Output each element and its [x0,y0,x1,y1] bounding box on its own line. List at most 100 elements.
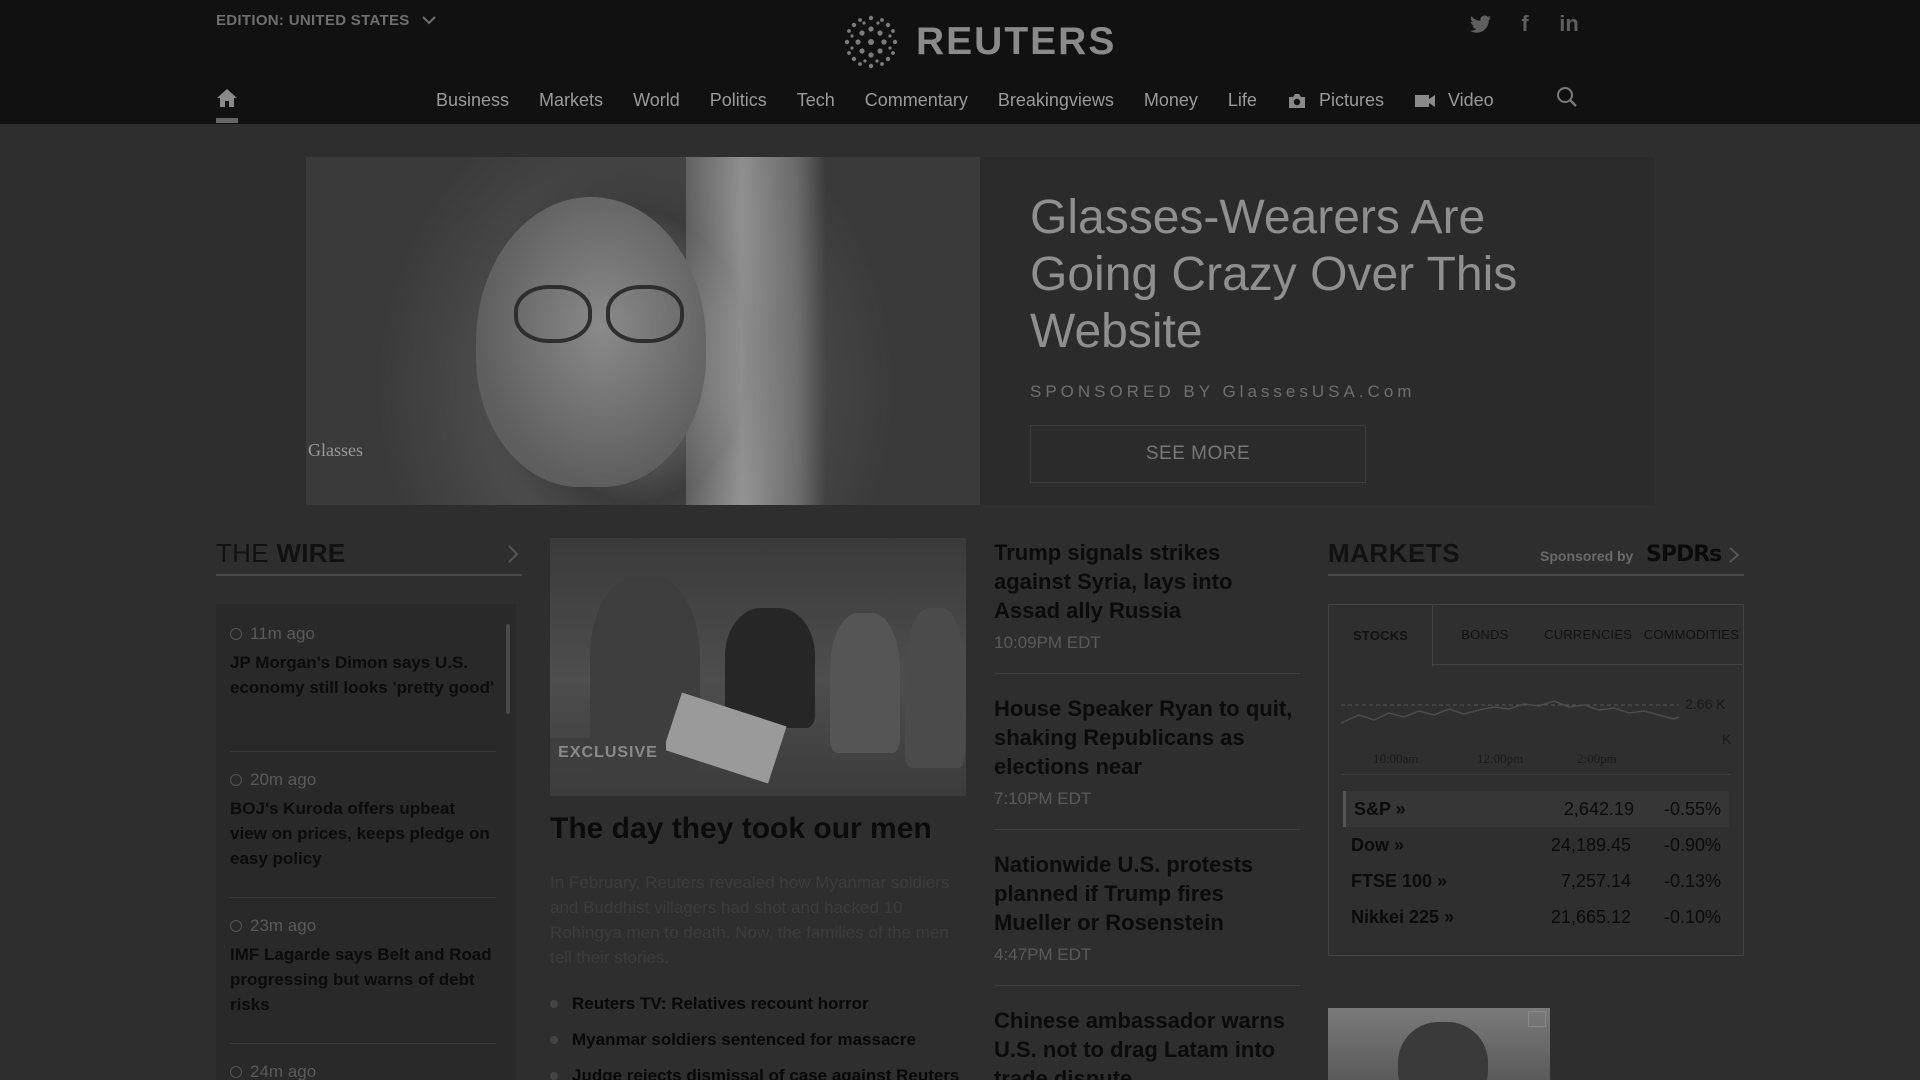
nav-world[interactable]: World [633,90,680,111]
the-wire-header[interactable]: THE WIRE [216,538,522,576]
market-index-list: S&P » 2,642.19 -0.55% Dow » 24,189.45 -0… [1343,791,1729,935]
market-row-name[interactable]: FTSE 100 » [1351,871,1501,892]
feature-title[interactable]: The day they took our men [550,812,932,846]
wire-item-time: 11m ago [230,624,496,644]
tab-stocks[interactable]: STOCKS [1329,605,1434,666]
nav-video[interactable]: Video [1414,90,1494,111]
nav-tech[interactable]: Tech [797,90,835,111]
bullet-dot [550,1000,558,1008]
wire-item-headline[interactable]: JP Morgan's Dimon says U.S. economy stil… [230,650,496,700]
wire-item[interactable]: 20m ago BOJ's Kuroda offers upbeat view … [230,770,496,898]
nav-pictures[interactable]: Pictures [1287,90,1384,111]
market-row-name[interactable]: S&P » [1354,799,1504,820]
market-row-value: 21,665.12 [1550,906,1631,927]
tab-commodities[interactable]: COMMODITIES [1640,605,1743,664]
stocks-sparkline-chart: 2.66 K K 10:00am 12:00pm 2:00pm [1329,665,1743,776]
headline-item[interactable]: Chinese ambassador warns U.S. not to dra… [994,1006,1300,1080]
main-nav: Business Markets World Politics Tech Com… [0,84,1920,124]
headline-item[interactable]: Nationwide U.S. protests planned if Trum… [994,850,1300,986]
sponsored-ad[interactable]: Glasses Glasses-Wearers Are Going Crazy … [306,157,1654,505]
market-row-nikkei225[interactable]: Nikkei 225 » 21,665.12 -0.10% [1343,899,1729,935]
related-link-text: Judge rejects dismissal of case against … [572,1066,960,1080]
wire-item-headline[interactable]: IMF Lagarde says Belt and Road progressi… [230,942,496,1017]
ad-image[interactable]: Glasses [306,157,980,505]
wire-item[interactable]: 23m ago IMF Lagarde says Belt and Road p… [230,916,496,1044]
headline-time: 10:09PM EDT [994,633,1101,652]
chevron-right-icon[interactable] [1728,546,1740,564]
nav-business[interactable]: Business [436,90,509,111]
market-row-value: 7,257.14 [1560,870,1631,891]
see-more-button[interactable]: SEE MORE [1030,425,1366,483]
market-row-change: -0.90% [1663,834,1721,855]
nav-markets[interactable]: Markets [539,90,603,111]
markets-header[interactable]: MARKETS Sponsored by SPDRs [1328,538,1744,576]
chart-x-label: 2:00pm [1577,751,1617,766]
headline-time: 7:10PM EDT [994,789,1092,808]
headline-title[interactable]: Chinese ambassador warns U.S. not to dra… [994,1006,1300,1080]
chart-x-label: 10:00am [1373,751,1419,766]
headline-title[interactable]: House Speaker Ryan to quit, shaking Repu… [994,694,1300,781]
headline-time: 4:47PM EDT [994,945,1092,964]
facebook-icon[interactable]: f [1514,11,1536,36]
nav-politics[interactable]: Politics [710,90,767,111]
video-camera-icon [1414,93,1436,109]
feature-image-person [905,608,965,768]
nav-life[interactable]: Life [1228,90,1257,111]
wire-scrollbar[interactable] [506,624,510,714]
wire-item-time: 23m ago [230,916,496,936]
tab-bonds[interactable]: BONDS [1433,605,1536,664]
market-row-sp500[interactable]: S&P » 2,642.19 -0.55% [1343,791,1729,827]
edition-selector[interactable]: EDITION: UNITED STATES [216,12,436,29]
nav-breakingviews[interactable]: Breakingviews [998,90,1114,111]
market-row-name[interactable]: Nikkei 225 » [1351,907,1501,928]
markets-tabs: STOCKS BONDS CURRENCIES COMMODITIES [1329,605,1743,666]
market-row-value: 2,642.19 [1563,798,1634,819]
market-row-value: 24,189.45 [1550,834,1631,855]
twitter-icon[interactable] [1470,12,1492,36]
wire-item[interactable]: 24m ago [230,1062,496,1080]
tab-currencies[interactable]: CURRENCIES [1537,605,1640,664]
ad-image-glasses-right [606,285,684,343]
home-icon[interactable] [216,88,238,108]
wire-item-time: 20m ago [230,770,496,790]
nav-pictures-label: Pictures [1318,90,1384,110]
the-wire-title-plain: THE [216,538,277,568]
headline-item[interactable]: Trump signals strikes against Syria, lay… [994,538,1300,674]
market-row-change: -0.10% [1663,906,1721,927]
ad-title[interactable]: Glasses-Wearers Are Going Crazy Over Thi… [1030,189,1590,360]
linkedin-icon[interactable]: in [1558,11,1580,36]
feature-related-links: Reuters TV: Relatives recount horror Mya… [550,986,966,1080]
search-icon[interactable] [1556,86,1580,110]
market-row-ftse100[interactable]: FTSE 100 » 7,257.14 -0.13% [1343,863,1729,899]
logo-text: REUTERS [916,20,1117,63]
ad-brand-watermark: Glasses [308,440,363,460]
clock-icon [230,920,242,932]
wire-item-headline[interactable]: BOJ's Kuroda offers upbeat view on price… [230,796,496,871]
wire-item-time-text: 24m ago [250,1062,317,1080]
nav-money[interactable]: Money [1144,90,1198,111]
markets-panel: STOCKS BONDS CURRENCIES COMMODITIES 2.66… [1328,604,1744,956]
market-row-change: -0.55% [1663,798,1721,819]
exclusive-badge: EXCLUSIVE [550,738,666,768]
bullet-dot [550,1072,558,1080]
wire-list: 11m ago JP Morgan's Dimon says U.S. econ… [216,604,516,1080]
market-row-name[interactable]: Dow » [1351,835,1501,856]
headline-title[interactable]: Trump signals strikes against Syria, lay… [994,538,1300,625]
reuters-logo[interactable]: REUTERS [838,12,1116,72]
sidebar-video-ad[interactable] [1328,1008,1550,1080]
market-row-dow[interactable]: Dow » 24,189.45 -0.90% [1343,827,1729,863]
spdr-logo[interactable]: SPDRs [1646,542,1722,567]
ad-sponsor: SPONSORED BY GlassesUSA.Com [1030,382,1416,401]
related-link[interactable]: Myanmar soldiers sentenced for massacre [550,1022,966,1058]
ad-choices-icon[interactable] [1528,1011,1546,1027]
feature-description: In February, Reuters revealed how Myanma… [550,873,950,967]
wire-item[interactable]: 11m ago JP Morgan's Dimon says U.S. econ… [230,624,496,752]
related-link[interactable]: Judge rejects dismissal of case against … [550,1058,966,1080]
headline-title[interactable]: Nationwide U.S. protests planned if Trum… [994,850,1300,937]
related-link[interactable]: Reuters TV: Relatives recount horror [550,986,966,1022]
nav-commentary[interactable]: Commentary [865,90,968,111]
reuters-dots-icon [844,15,898,69]
camera-icon [1287,93,1307,109]
headline-item[interactable]: House Speaker Ryan to quit, shaking Repu… [994,694,1300,830]
chevron-right-icon[interactable] [506,544,520,564]
